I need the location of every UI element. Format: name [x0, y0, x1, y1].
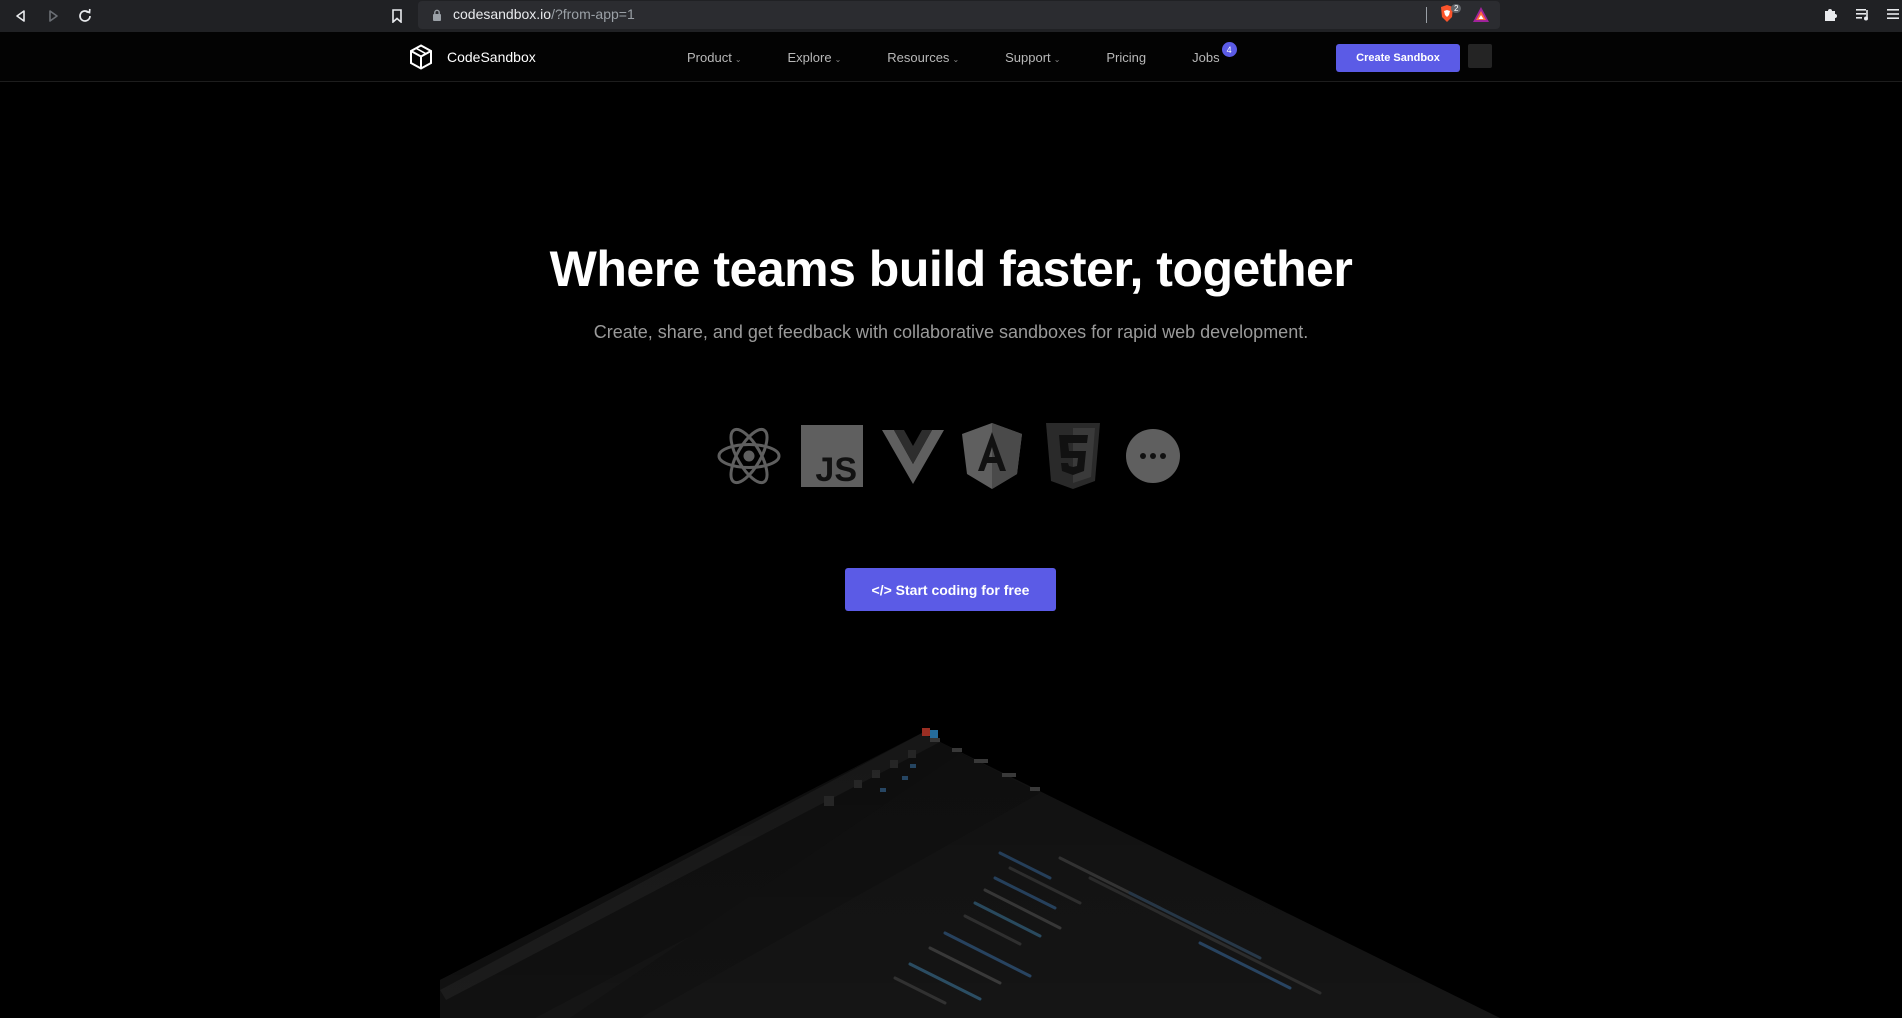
address-bar[interactable]: codesandbox.io/?from-app=1 2 — [418, 1, 1500, 29]
nav-product[interactable]: Product ⌄ — [687, 50, 742, 65]
jobs-count-badge: 4 — [1221, 42, 1237, 57]
codesandbox-logo-icon — [410, 44, 432, 70]
shields-count: 2 — [1451, 4, 1462, 13]
url-text: codesandbox.io/?from-app=1 — [453, 6, 635, 22]
create-sandbox-button[interactable]: Create Sandbox — [1336, 44, 1460, 72]
site-header: CodeSandbox Product ⌄ Explore ⌄ Resources ⌄… — [0, 32, 1902, 82]
javascript-icon[interactable]: JS — [799, 423, 865, 489]
nav-jobs[interactable]: Jobs 4 — [1192, 42, 1237, 65]
brand-link[interactable]: CodeSandbox — [409, 44, 536, 70]
nav-resources[interactable]: Resources ⌄ — [887, 50, 959, 65]
menu-icon[interactable] — [1884, 5, 1902, 25]
hero-subtitle: Create, share, and get feedback with col… — [593, 322, 1309, 342]
browser-toolbar: codesandbox.io/?from-app=1 2 — [0, 0, 1902, 32]
lock-icon — [433, 9, 441, 21]
html5-icon[interactable] — [1040, 423, 1106, 489]
react-icon[interactable] — [716, 423, 782, 489]
nav-support[interactable]: Support ⌄ — [1005, 50, 1060, 65]
editor-preview-image — [440, 728, 1500, 1018]
vue-icon[interactable] — [880, 423, 946, 489]
chevron-down-icon: ⌄ — [834, 55, 842, 64]
framework-icons: JS — [716, 423, 1186, 489]
brave-shields-icon[interactable]: 2 — [1437, 4, 1462, 24]
forward-icon[interactable] — [41, 4, 65, 28]
chevron-down-icon: ⌄ — [952, 55, 960, 64]
chevron-down-icon: ⌄ — [1053, 55, 1061, 64]
start-coding-button[interactable]: </> Start coding for free — [845, 568, 1056, 611]
hero-title: Where teams build faster, together — [549, 241, 1353, 297]
bookmark-icon[interactable] — [385, 4, 409, 28]
chevron-down-icon: ⌄ — [734, 55, 742, 64]
back-icon[interactable] — [9, 4, 33, 28]
reload-icon[interactable] — [73, 4, 97, 28]
playlist-icon[interactable] — [1854, 5, 1874, 25]
angular-icon[interactable] — [959, 423, 1025, 489]
svg-text:JS: JS — [815, 451, 857, 487]
extensions-icon[interactable] — [1822, 5, 1842, 25]
brave-rewards-icon[interactable] — [1471, 5, 1491, 25]
avatar[interactable] — [1468, 44, 1492, 68]
more-icon[interactable] — [1120, 423, 1186, 489]
nav-explore[interactable]: Explore ⌄ — [788, 50, 842, 65]
main-nav: Product ⌄ Explore ⌄ Resources ⌄ Support ⌄ Pr… — [687, 42, 1266, 65]
nav-pricing[interactable]: Pricing — [1106, 50, 1146, 65]
address-divider — [1426, 7, 1427, 23]
brand-name: CodeSandbox — [447, 49, 536, 65]
